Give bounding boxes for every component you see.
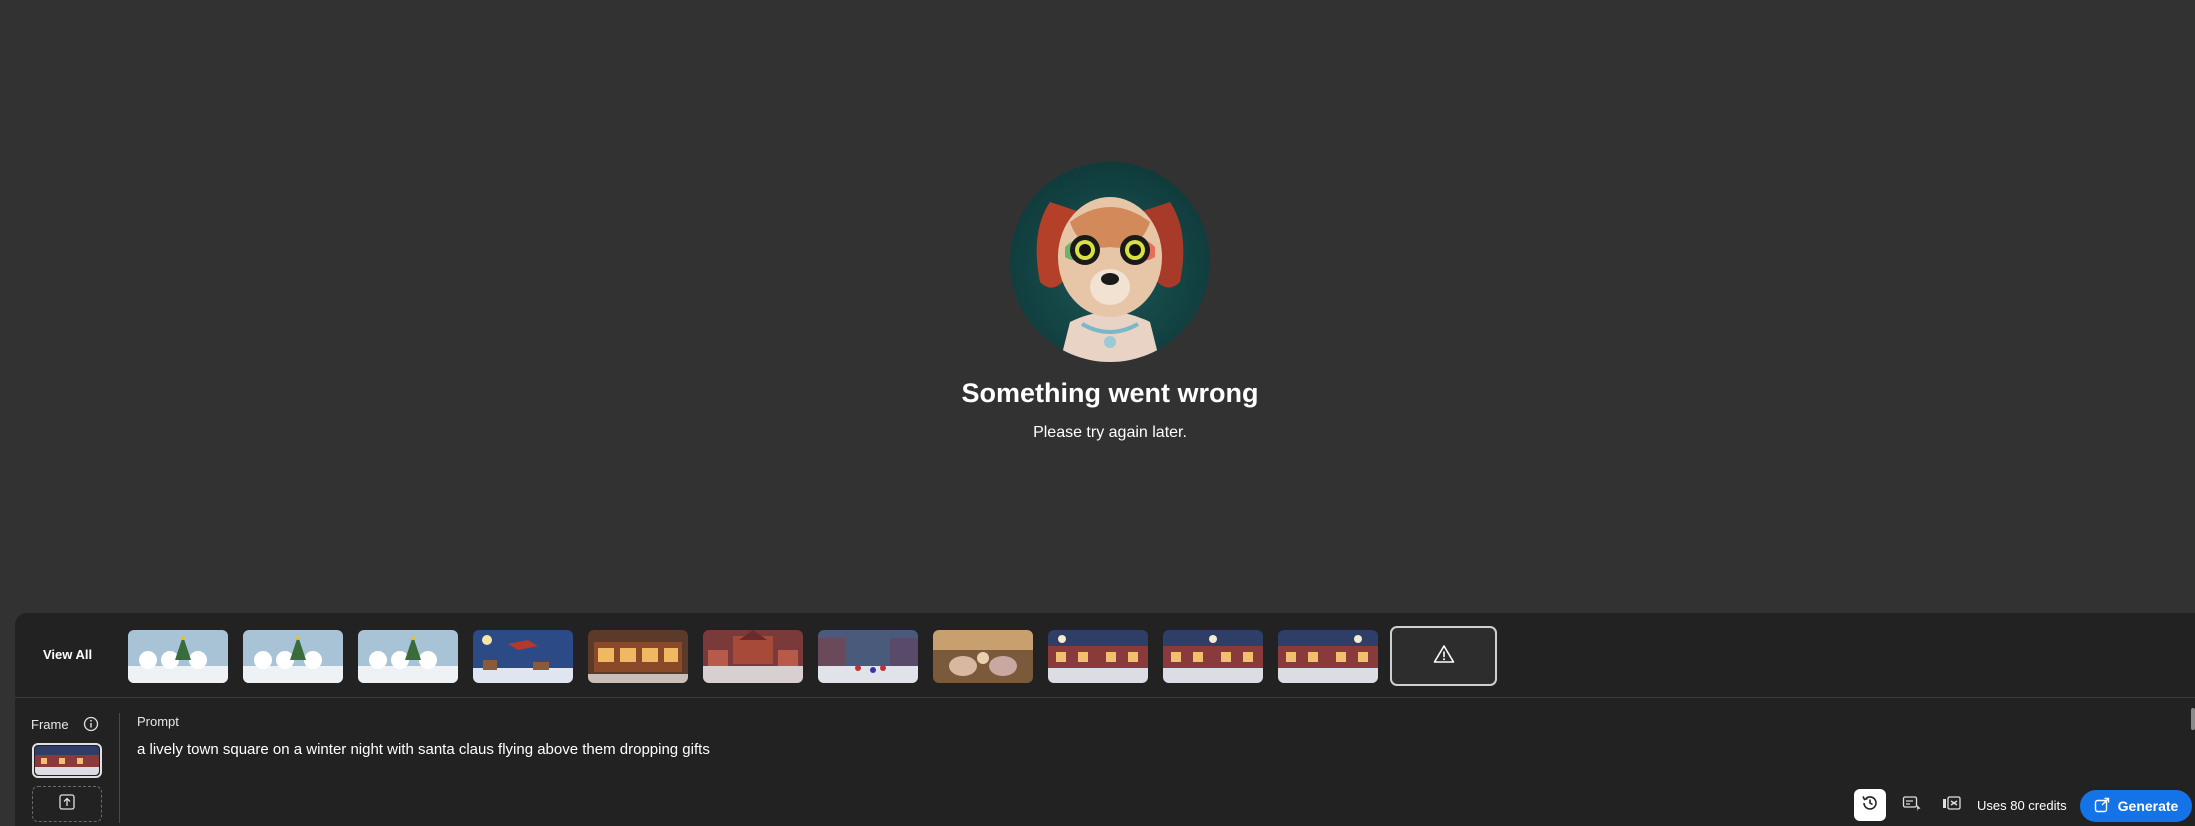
thumbnail-5[interactable]: [588, 630, 688, 683]
info-icon[interactable]: [83, 716, 99, 732]
error-title: Something went wrong: [961, 378, 1259, 408]
prompt-scrollbar[interactable]: [2191, 708, 2195, 730]
vertical-divider: [119, 713, 120, 823]
main-canvas: Something went wrong Please try again la…: [0, 0, 2195, 612]
upload-icon: [58, 793, 76, 816]
warning-triangle-icon: [1433, 644, 1455, 669]
credits-icon: [1942, 795, 1962, 816]
failed-generation-thumbnail[interactable]: [1390, 626, 1497, 686]
image-settings-icon: [1902, 794, 1922, 817]
thumbnail-10[interactable]: [1163, 630, 1263, 683]
generate-icon: [2094, 797, 2110, 816]
thumbnail-3[interactable]: [358, 630, 458, 683]
generate-label: Generate: [2117, 798, 2179, 814]
history-button[interactable]: [1854, 789, 1886, 821]
generation-panel: View All Frame Prompt a lively town squa…: [15, 613, 2195, 826]
upload-frame-button[interactable]: [32, 786, 102, 822]
credits-info-button[interactable]: [1937, 789, 1967, 821]
error-illustration-dog-avatar: [1010, 162, 1210, 362]
credits-usage-label: Uses 80 credits: [1977, 798, 2067, 813]
view-all-link[interactable]: View All: [43, 647, 92, 662]
frame-reference-thumbnail[interactable]: [32, 743, 102, 778]
thumbnail-1[interactable]: [128, 630, 228, 683]
thumbnail-6[interactable]: [703, 630, 803, 683]
thumbnail-7[interactable]: [818, 630, 918, 683]
thumbnail-11[interactable]: [1278, 630, 1378, 683]
frame-label: Frame: [31, 717, 69, 732]
history-strip: View All: [15, 613, 2195, 698]
generate-button[interactable]: Generate: [2080, 790, 2192, 822]
prompt-label: Prompt: [137, 714, 179, 729]
effects-button[interactable]: [1897, 789, 1927, 821]
thumbnail-4[interactable]: [473, 630, 573, 683]
error-message: Please try again later.: [1033, 424, 1187, 441]
thumbnail-9[interactable]: [1048, 630, 1148, 683]
prompt-input[interactable]: a lively town square on a winter night w…: [137, 741, 710, 758]
thumbnail-2[interactable]: [243, 630, 343, 683]
history-icon: [1860, 793, 1880, 818]
thumbnail-8[interactable]: [933, 630, 1033, 683]
panel-divider: [15, 697, 2195, 698]
